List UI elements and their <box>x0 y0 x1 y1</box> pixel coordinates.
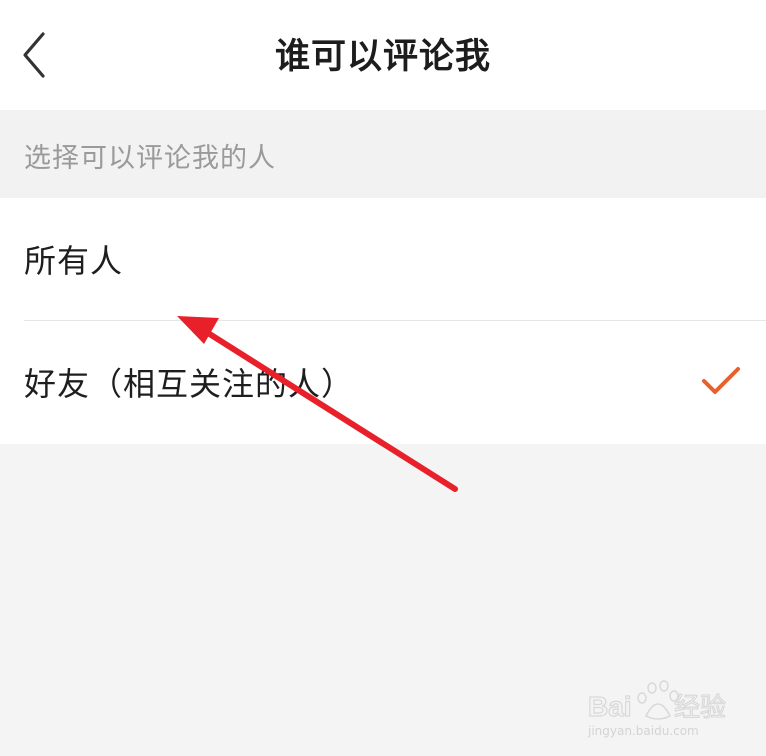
header: 谁可以评论我 <box>0 0 766 110</box>
svg-text:经验: 经验 <box>674 693 726 723</box>
option-label: 好友（相互关注的人） <box>24 365 355 403</box>
watermark: Bai 经验 jingyan.baidu.com <box>586 680 756 744</box>
section-label: 选择可以评论我的人 <box>24 143 276 174</box>
options-list: 所有人 好友（相互关注的人） <box>0 198 766 444</box>
watermark-url: jingyan.baidu.com <box>588 724 699 738</box>
option-everyone[interactable]: 所有人 <box>0 198 766 321</box>
svg-text:Bai: Bai <box>588 691 632 722</box>
option-label: 所有人 <box>24 242 124 280</box>
checkmark-icon <box>702 367 740 394</box>
screen: 谁可以评论我 选择可以评论我的人 所有人 好友（相互关注的人） Bai 经验 j… <box>0 0 766 756</box>
page-title: 谁可以评论我 <box>274 37 491 77</box>
option-friends[interactable]: 好友（相互关注的人） <box>0 321 766 443</box>
